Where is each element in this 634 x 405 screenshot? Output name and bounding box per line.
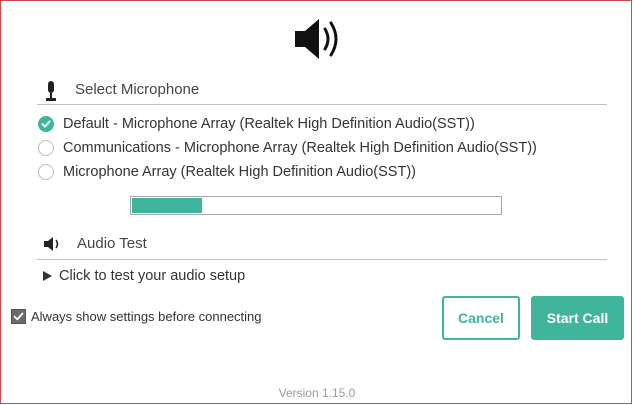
test-audio-link[interactable]: Click to test your audio setup [43, 268, 245, 284]
speaker-small-icon [43, 236, 63, 257]
microphone-option-label: Communications - Microphone Array (Realt… [63, 140, 537, 156]
checkbox-checked-icon[interactable] [11, 309, 26, 324]
microphone-option-communications[interactable]: Communications - Microphone Array (Realt… [38, 137, 537, 159]
audio-test-title: Audio Test [77, 235, 147, 252]
always-show-label: Always show settings before connecting [31, 309, 262, 324]
start-call-button[interactable]: Start Call [531, 296, 624, 340]
version-label: Version 1.15.0 [278, 386, 356, 400]
microphone-option-default[interactable]: Default - Microphone Array (Realtek High… [38, 113, 475, 135]
play-icon [43, 271, 52, 281]
microphone-option-array[interactable]: Microphone Array (Realtek High Definitio… [38, 161, 416, 183]
speaker-icon [293, 15, 345, 68]
microphone-section-title: Select Microphone [75, 81, 200, 98]
test-audio-label: Click to test your audio setup [59, 268, 246, 284]
always-show-settings-checkbox[interactable]: Always show settings before connecting [11, 309, 262, 324]
microphone-level-fill [132, 198, 202, 213]
microphone-option-label: Default - Microphone Array (Realtek High… [63, 116, 475, 132]
cancel-button[interactable]: Cancel [442, 296, 520, 340]
divider [37, 259, 607, 260]
audio-settings-dialog: Select Microphone Default - Microphone A… [0, 0, 632, 404]
radio-unchecked-icon[interactable] [38, 140, 54, 156]
divider [37, 104, 607, 105]
microphone-level-meter [130, 196, 502, 215]
microphone-section-header: Select Microphone [37, 77, 607, 107]
microphone-option-label: Microphone Array (Realtek High Definitio… [63, 164, 416, 180]
radio-checked-icon[interactable] [38, 116, 54, 132]
radio-unchecked-icon[interactable] [38, 164, 54, 180]
